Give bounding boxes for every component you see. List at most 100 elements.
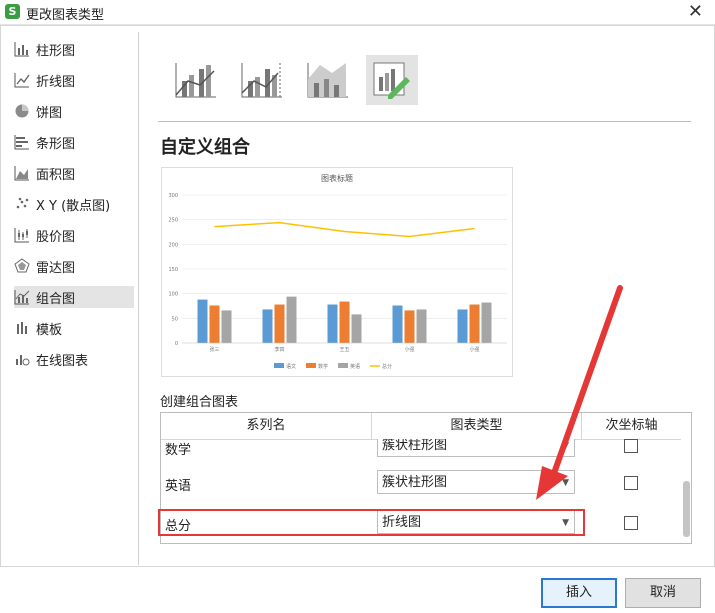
sidebar-item-label: 条形图	[36, 136, 76, 152]
column-header-secondary: 次坐标轴	[605, 418, 658, 433]
column-chart-icon	[14, 42, 29, 57]
bar-1-1	[274, 304, 285, 343]
line-chart-icon	[14, 73, 30, 88]
bar-2-2	[351, 314, 362, 343]
x-tick-label: 张三	[209, 346, 219, 353]
area-column-combo-icon	[307, 63, 348, 98]
combo-thumb-area-column[interactable]	[302, 55, 354, 105]
chart-type-select[interactable]: 簇状柱形图 ▼	[377, 470, 575, 494]
cluster-line-combo-icon	[175, 63, 216, 98]
combo-chart-icon	[14, 290, 30, 305]
sidebar-item-label: 面积图	[36, 167, 76, 183]
sidebar-item-column[interactable]: 柱形图	[14, 38, 134, 60]
stock-chart-icon	[14, 228, 29, 243]
radar-chart-icon	[14, 258, 30, 273]
chart-title: 图表标题	[321, 173, 353, 183]
legend-label: 总分	[382, 363, 392, 370]
y-tick-label: 250	[168, 218, 178, 224]
sidebar-item-area[interactable]: 面积图	[14, 162, 134, 184]
grid-header: 系列名 图表类型 次坐标轴	[161, 413, 681, 440]
combo-chart: 图表标题 0 50 100 150 200 250 300 张三 李四 王五 小强 小强语文 数学 英语 总分	[168, 173, 507, 370]
sidebar-item-label: 雷达图	[36, 260, 76, 276]
bar-0-1	[262, 309, 273, 343]
y-tick-label: 150	[168, 267, 178, 273]
legend-label: 语文	[286, 363, 296, 370]
sidebar-item-label: 模板	[36, 322, 63, 338]
x-tick-label: 王五	[339, 347, 349, 353]
y-tick-label: 0	[175, 341, 178, 347]
bar-2-0	[221, 310, 232, 343]
combo-section-label: 创建组合图表	[160, 395, 239, 410]
secondary-axis-checkbox[interactable]	[624, 439, 638, 453]
sidebar-item-line[interactable]: 折线图	[14, 69, 134, 91]
bar-2-1	[286, 296, 297, 343]
app-logo-icon: S	[5, 4, 20, 19]
section-title: 自定义组合	[160, 137, 250, 158]
column-header-type: 图表类型	[372, 413, 582, 439]
sidebar-item-label: X Y (散点图)	[36, 198, 111, 214]
insert-button[interactable]: 插入	[541, 578, 617, 608]
combo-thumb-cluster-line-secondary[interactable]	[236, 55, 288, 105]
bar-2-4	[481, 302, 492, 343]
chart-preview: 图表标题 0 50 100 150 200 250 300 张三 李四 王五 小强 小强语文 数学 英语 总分	[161, 167, 513, 377]
bar-2-3	[416, 309, 427, 343]
sidebar-item-template[interactable]: 模板	[14, 317, 134, 339]
y-tick-label: 300	[168, 193, 178, 199]
sidebar-item-stock[interactable]: 股价图	[14, 224, 134, 246]
bar-1-2	[339, 301, 350, 343]
combo-thumb-custom[interactable]	[366, 55, 418, 105]
secondary-axis-checkbox[interactable]	[624, 476, 638, 490]
series-name: 数学	[165, 443, 192, 458]
bar-0-0	[197, 299, 208, 343]
x-tick-label: 李四	[274, 346, 284, 353]
grid-scrollbar[interactable]	[681, 413, 691, 543]
table-row: 英语 簇状柱形图 ▼	[161, 463, 681, 501]
title-bar: S 更改图表类型 ✕	[0, 0, 715, 25]
legend-swatch	[274, 363, 284, 368]
bar-1-0	[209, 305, 220, 343]
close-icon[interactable]: ✕	[688, 1, 703, 22]
x-tick-label: 小强	[404, 346, 414, 353]
legend-label: 数学	[318, 363, 328, 370]
series-name: 英语	[165, 479, 192, 494]
sidebar-item-label: 组合图	[36, 291, 76, 307]
bar-1-3	[404, 310, 415, 343]
window-title: 更改图表类型	[26, 8, 105, 23]
sidebar-item-pie[interactable]: 饼图	[14, 100, 134, 122]
sidebar-item-label: 折线图	[36, 74, 76, 90]
online-chart-icon	[16, 355, 30, 366]
bar-0-2	[327, 304, 338, 343]
bar-0-4	[457, 309, 468, 343]
sidebar-item-label: 柱形图	[36, 43, 76, 59]
line-series-total	[214, 221, 475, 238]
cluster-line-secondary-icon	[241, 63, 282, 98]
secondary-axis-checkbox[interactable]	[624, 516, 638, 530]
sidebar-item-bar[interactable]: 条形图	[14, 131, 134, 153]
cancel-button[interactable]: 取消	[625, 578, 701, 608]
bar-1-4	[469, 304, 480, 343]
area-chart-icon	[14, 166, 29, 181]
sidebar-item-online[interactable]: 在线图表	[14, 348, 134, 370]
highlight-box	[158, 509, 585, 536]
combo-thumb-cluster-line[interactable]	[170, 55, 222, 105]
sidebar-item-radar[interactable]: 雷达图	[14, 255, 134, 277]
legend-label: 英语	[350, 363, 360, 370]
chart-type-sidebar: 柱形图 折线图 饼图 条形图 面积图 X Y (散点图) 股价图 雷达图 组合图…	[6, 32, 139, 565]
y-tick-label: 100	[168, 292, 178, 298]
bar-0-3	[392, 305, 403, 343]
pie-chart-icon	[15, 104, 29, 118]
template-icon	[17, 322, 27, 334]
sidebar-item-scatter[interactable]: X Y (散点图)	[14, 193, 134, 215]
legend-swatch	[306, 363, 316, 368]
x-tick-label: 小强	[469, 346, 479, 353]
sidebar-item-label: 在线图表	[36, 353, 89, 369]
y-tick-label: 200	[168, 242, 178, 248]
chevron-down-icon: ▼	[562, 478, 569, 488]
divider	[158, 121, 691, 122]
scatter-chart-icon	[16, 197, 29, 209]
column-header-series: 系列名	[161, 413, 372, 439]
sidebar-item-combo[interactable]: 组合图	[14, 286, 134, 308]
y-tick-label: 50	[172, 316, 178, 322]
sidebar-item-label: 饼图	[36, 105, 63, 121]
scroll-thumb[interactable]	[683, 481, 690, 537]
